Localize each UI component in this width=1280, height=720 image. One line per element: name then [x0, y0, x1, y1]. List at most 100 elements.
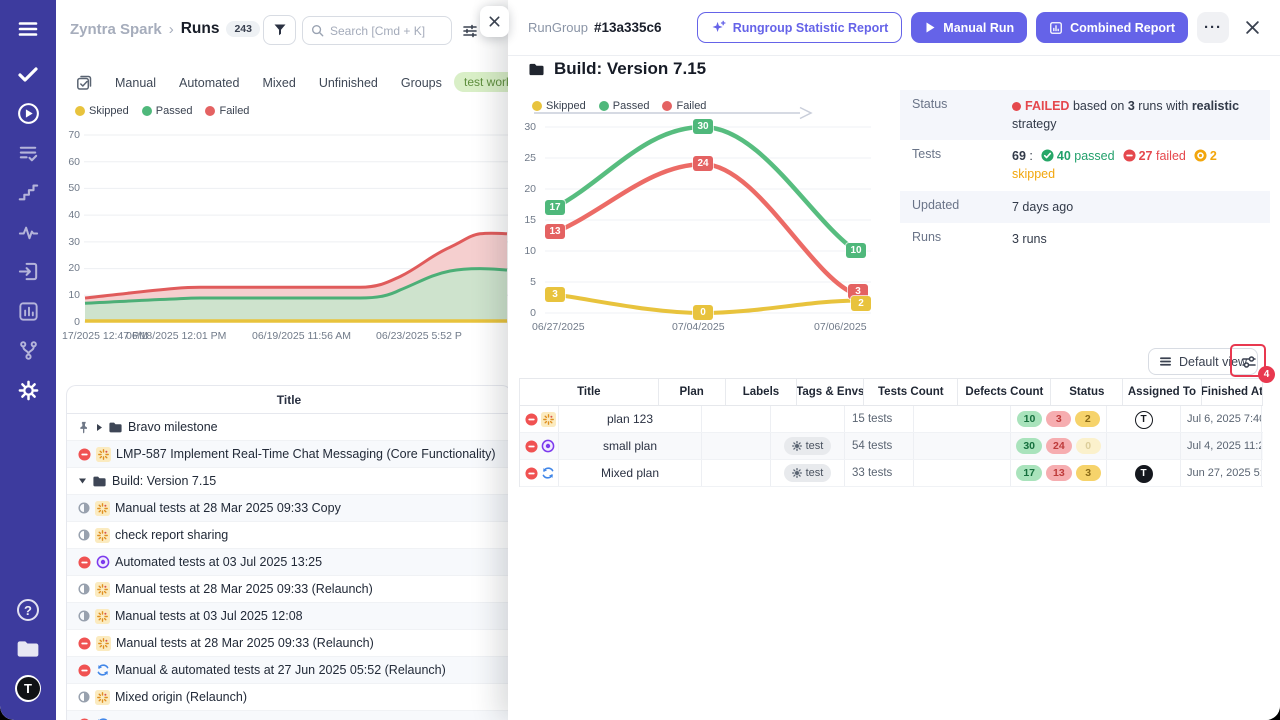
sparkle-icon: [96, 447, 111, 462]
tests-count: 33 tests: [845, 460, 914, 486]
filter-button[interactable]: [263, 15, 296, 45]
tab[interactable]: Automated: [179, 76, 239, 90]
plan-name: plan 123: [559, 406, 702, 432]
failed-dot: [205, 106, 215, 116]
analytics-pulse-icon[interactable]: [15, 219, 41, 245]
minus-circle-icon: [78, 556, 91, 569]
list-item[interactable]: Bravo milestone: [67, 414, 511, 441]
y-tick: 40: [56, 208, 80, 222]
runs-play-circle-icon[interactable]: [15, 100, 41, 126]
skipped-pill: 0: [1076, 438, 1101, 454]
left-chart-legend: Skipped Passed Failed: [75, 105, 249, 117]
column-header[interactable]: Tags & Envs: [797, 379, 864, 405]
statistic-report-button[interactable]: Rungroup Statistic Report: [697, 12, 903, 43]
skipped-dot: [532, 101, 542, 111]
failed-minus-icon: [1123, 149, 1136, 162]
list-item[interactable]: LMP-587 Implement Real-Time Chat Messagi…: [67, 441, 511, 468]
tests-count: 54 tests: [845, 433, 914, 459]
table-row[interactable]: Mixed plan test 33 tests 17 13 3 T Jun 2…: [520, 460, 1263, 487]
test-plans-icon[interactable]: [15, 140, 41, 166]
gear-icon: [792, 441, 802, 451]
branches-icon[interactable]: [15, 337, 41, 363]
help-icon[interactable]: ?: [15, 597, 41, 623]
column-header[interactable]: Defects Count: [958, 379, 1051, 405]
automated-icon: [96, 555, 110, 569]
tab[interactable]: Mixed: [262, 76, 295, 90]
page-title: Runs: [181, 20, 220, 38]
point-label-passed: 17: [545, 200, 565, 215]
x-tick: 06/27/2025: [532, 321, 585, 333]
avatar: T: [1135, 411, 1153, 429]
column-header[interactable]: Finished At: [1202, 379, 1263, 405]
sparkle-icon: [95, 582, 110, 597]
x-tick: 07/06/2025: [814, 321, 867, 333]
sidebar: ? T: [0, 0, 56, 720]
automated-icon: [541, 439, 555, 453]
column-header[interactable]: Status: [1051, 379, 1123, 405]
list-item[interactable]: Manual tests at 28 Mar 2025 09:33 (Relau…: [67, 630, 511, 657]
list-item[interactable]: Mixed origin (Relaunch): [67, 684, 511, 711]
drawer-close-button[interactable]: [1238, 14, 1266, 42]
play-icon: [924, 21, 936, 34]
failed-pill: 24: [1046, 438, 1072, 454]
passed-pill: 30: [1016, 438, 1042, 454]
y-tick: 60: [56, 155, 80, 169]
close-icon: [488, 15, 501, 28]
list-item[interactable]: Manual tests at 03 Jul 2025 12:08: [67, 603, 511, 630]
column-settings-button[interactable]: [460, 21, 480, 41]
legend-label: Passed: [613, 100, 650, 112]
list-header-title: Title: [67, 386, 511, 414]
run-title: Manual tests at 28 Mar 2025 09:33 Copy: [115, 501, 341, 515]
column-header[interactable]: Assigned To: [1123, 379, 1202, 405]
sliders-icon: [462, 23, 478, 39]
list-item[interactable]: check report sharing: [67, 522, 511, 549]
progress-icon: [78, 583, 90, 595]
skipped-pill: 3: [1076, 465, 1101, 481]
list-item[interactable]: Manual & automated tests at 27 Jun 2025 …: [67, 657, 511, 684]
manual-run-button[interactable]: Manual Run: [911, 12, 1027, 43]
column-header[interactable]: Title: [520, 379, 659, 405]
y-tick: 30: [56, 235, 80, 249]
search-input[interactable]: [330, 24, 440, 38]
plan-name: small plan: [559, 433, 702, 459]
menu-icon[interactable]: [15, 16, 41, 42]
column-header[interactable]: Labels: [726, 379, 798, 405]
table-row[interactable]: small plan test 54 tests 30 24 0 Jul 4, …: [520, 433, 1263, 460]
breadcrumb-project[interactable]: Zyntra Spark: [70, 21, 162, 38]
run-title: Mixed origin (Relaunch): [115, 690, 247, 704]
sparkle-icon: [96, 636, 111, 651]
status-cell: 30 24 0: [1011, 433, 1107, 459]
profile-avatar[interactable]: T: [15, 675, 41, 701]
run-title: LMP-587 Implement Real-Time Chat Messagi…: [116, 447, 496, 461]
table-row[interactable]: plan 123 15 tests 10 3 2 T Jul 6, 2025 7…: [520, 406, 1263, 433]
tag-pill: test: [784, 437, 832, 455]
app-window: ? T Zyntra Spark › Runs 243 ManualAutoma…: [0, 0, 1280, 720]
projects-folder-icon[interactable]: [15, 636, 41, 662]
tab[interactable]: Unfinished: [319, 76, 378, 90]
list-item[interactable]: Build: Version 7.15: [67, 468, 511, 495]
assigned-cell: T: [1107, 460, 1181, 486]
tab[interactable]: Groups: [401, 76, 442, 90]
y-tick: 20: [56, 261, 80, 275]
list-item[interactable]: Automated tests at 03 Jul 2025 13:25: [67, 549, 511, 576]
panel-close-button[interactable]: [480, 6, 509, 37]
list-item[interactable]: Manual tests at 28 Mar 2025 09:33 (Relau…: [67, 576, 511, 603]
point-label-skipped: 2: [851, 296, 871, 311]
point-label-skipped: 3: [545, 287, 565, 302]
more-actions-button[interactable]: ···: [1197, 12, 1229, 43]
passed-check-icon: [1041, 149, 1054, 162]
steps-icon[interactable]: [15, 179, 41, 205]
settings-gear-icon[interactable]: [15, 377, 41, 403]
import-icon[interactable]: [15, 258, 41, 284]
tab[interactable]: Manual: [115, 76, 156, 90]
list-item[interactable]: Manual tests at 28 Mar 2025 09:33 Copy: [67, 495, 511, 522]
select-all-icon[interactable]: [76, 75, 92, 91]
search-box[interactable]: [302, 16, 452, 45]
reports-bar-chart-icon[interactable]: [15, 298, 41, 324]
column-header[interactable]: Plan: [659, 379, 726, 405]
combined-report-button[interactable]: Combined Report: [1036, 12, 1188, 43]
tests-check-icon[interactable]: [15, 61, 41, 87]
tag-pill: test: [784, 464, 832, 482]
column-header[interactable]: Tests Count: [864, 379, 958, 405]
list-item[interactable]: [67, 711, 511, 720]
